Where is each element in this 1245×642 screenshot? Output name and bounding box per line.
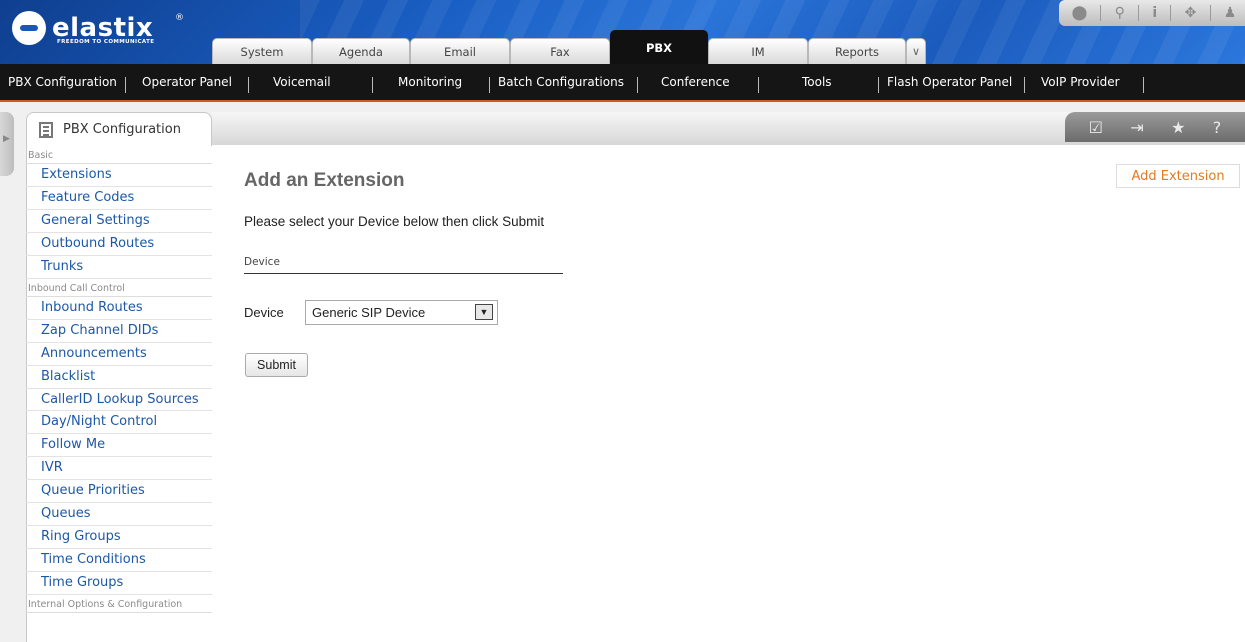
nav-item-ring-groups[interactable]: Ring Groups bbox=[26, 526, 212, 549]
tab-agenda[interactable]: Agenda bbox=[312, 38, 410, 64]
submenu-pbx-configuration[interactable]: PBX Configuration bbox=[8, 64, 117, 100]
form-intro: Please select your Device below then cli… bbox=[244, 214, 545, 229]
nav-section-label: Internal Options & Configuration bbox=[26, 595, 212, 613]
device-label: Device bbox=[244, 305, 284, 320]
divider bbox=[248, 77, 249, 93]
logo-mark-icon bbox=[12, 11, 46, 45]
nav-item-ivr[interactable]: IVR bbox=[26, 457, 212, 480]
divider bbox=[1170, 5, 1172, 21]
dropdown-arrow-icon[interactable]: ▼ bbox=[475, 304, 493, 320]
submit-button[interactable]: Submit bbox=[245, 353, 308, 377]
nav-item-callerid-lookup-sources[interactable]: CallerID Lookup Sources bbox=[26, 389, 212, 411]
drop-icon[interactable]: ⬤ bbox=[1072, 5, 1088, 21]
nav-section-label: Inbound Call Control bbox=[26, 279, 212, 297]
divider bbox=[878, 77, 879, 93]
document-icon bbox=[39, 121, 53, 138]
nav-section-label: Basic bbox=[26, 146, 212, 164]
submenu-tools[interactable]: Tools bbox=[802, 64, 832, 100]
nav-item-extensions[interactable]: Extensions bbox=[26, 164, 212, 187]
tab-system[interactable]: System bbox=[212, 38, 312, 64]
divider bbox=[1024, 77, 1025, 93]
sidebar-nav: Basic Extensions Feature Codes General S… bbox=[26, 146, 212, 613]
user-icon[interactable]: ♟ bbox=[1224, 5, 1237, 21]
nav-item-feature-codes[interactable]: Feature Codes bbox=[26, 187, 212, 210]
submenu-voicemail[interactable]: Voicemail bbox=[273, 64, 331, 100]
help-icon[interactable]: ? bbox=[1213, 118, 1222, 137]
nav-item-announcements[interactable]: Announcements bbox=[26, 343, 212, 366]
nav-item-queue-priorities[interactable]: Queue Priorities bbox=[26, 480, 212, 503]
submenu-operator-panel[interactable]: Operator Panel bbox=[142, 64, 232, 100]
info-icon[interactable]: i bbox=[1152, 5, 1157, 21]
tab-pbx[interactable]: PBX bbox=[610, 30, 708, 64]
logo-text: elastix bbox=[52, 13, 154, 43]
puzzle-icon[interactable]: ✥ bbox=[1185, 5, 1197, 21]
logo-tagline: FREEDOM TO COMMUNICATE bbox=[57, 39, 155, 45]
app-header: elastix ® FREEDOM TO COMMUNICATE ⬤ ⚲ i ✥… bbox=[0, 0, 1245, 64]
search-icon[interactable]: ⚲ bbox=[1115, 5, 1125, 21]
add-extension-link[interactable]: Add Extension bbox=[1116, 164, 1240, 188]
page-tab: PBX Configuration bbox=[26, 112, 212, 146]
submenu-voip-provider[interactable]: VoIP Provider bbox=[1041, 64, 1120, 100]
page-tools: ☑ ⇥ ★ ? bbox=[1065, 112, 1245, 142]
divider bbox=[1100, 5, 1102, 21]
divider bbox=[372, 77, 373, 93]
form-heading: Add an Extension bbox=[244, 170, 405, 191]
export-icon[interactable]: ⇥ bbox=[1130, 118, 1143, 137]
nav-item-time-conditions[interactable]: Time Conditions bbox=[26, 549, 212, 572]
pbx-submenu: PBX Configuration Operator Panel Voicema… bbox=[0, 64, 1245, 102]
divider bbox=[489, 77, 490, 93]
divider bbox=[637, 77, 638, 93]
device-select-value: Generic SIP Device bbox=[312, 305, 426, 320]
divider bbox=[1138, 5, 1140, 21]
nav-item-time-groups[interactable]: Time Groups bbox=[26, 572, 212, 595]
nav-item-general-settings[interactable]: General Settings bbox=[26, 210, 212, 233]
tab-fax[interactable]: Fax bbox=[510, 38, 610, 64]
star-icon[interactable]: ★ bbox=[1171, 118, 1185, 137]
submenu-batch-configurations[interactable]: Batch Configurations bbox=[498, 64, 624, 100]
tab-im[interactable]: IM bbox=[708, 38, 808, 64]
nav-item-day-night-control[interactable]: Day/Night Control bbox=[26, 411, 212, 434]
tab-reports[interactable]: Reports bbox=[808, 38, 906, 64]
page-title: PBX Configuration bbox=[63, 122, 181, 137]
registered-mark: ® bbox=[175, 13, 184, 23]
divider bbox=[1209, 5, 1211, 21]
chevron-down-icon[interactable]: ∨ bbox=[906, 38, 926, 64]
device-select[interactable]: Generic SIP Device ▼ bbox=[305, 300, 498, 325]
nav-item-queues[interactable]: Queues bbox=[26, 503, 212, 526]
nav-item-zap-channel-dids[interactable]: Zap Channel DIDs bbox=[26, 320, 212, 343]
nav-item-outbound-routes[interactable]: Outbound Routes bbox=[26, 233, 212, 256]
divider bbox=[125, 77, 126, 93]
submenu-monitoring[interactable]: Monitoring bbox=[398, 64, 462, 100]
main-tabs: System Agenda Email Fax PBX IM Reports ∨ bbox=[212, 30, 926, 64]
divider bbox=[1143, 77, 1144, 93]
nav-item-follow-me[interactable]: Follow Me bbox=[26, 434, 212, 457]
submenu-flash-operator-panel[interactable]: Flash Operator Panel bbox=[887, 64, 1012, 100]
nav-item-blacklist[interactable]: Blacklist bbox=[26, 366, 212, 389]
nav-item-trunks[interactable]: Trunks bbox=[26, 256, 212, 279]
top-tools-bar: ⬤ ⚲ i ✥ ♟ bbox=[1059, 0, 1245, 26]
form-section-header: Device bbox=[244, 256, 563, 274]
tab-email[interactable]: Email bbox=[410, 38, 510, 64]
chevron-right-icon: ▶ bbox=[3, 134, 10, 144]
divider bbox=[758, 77, 759, 93]
submenu-conference[interactable]: Conference bbox=[661, 64, 730, 100]
sidebar-toggle[interactable]: ▶ bbox=[0, 112, 14, 176]
nav-item-inbound-routes[interactable]: Inbound Routes bbox=[26, 297, 212, 320]
edit-icon[interactable]: ☑ bbox=[1089, 118, 1103, 137]
